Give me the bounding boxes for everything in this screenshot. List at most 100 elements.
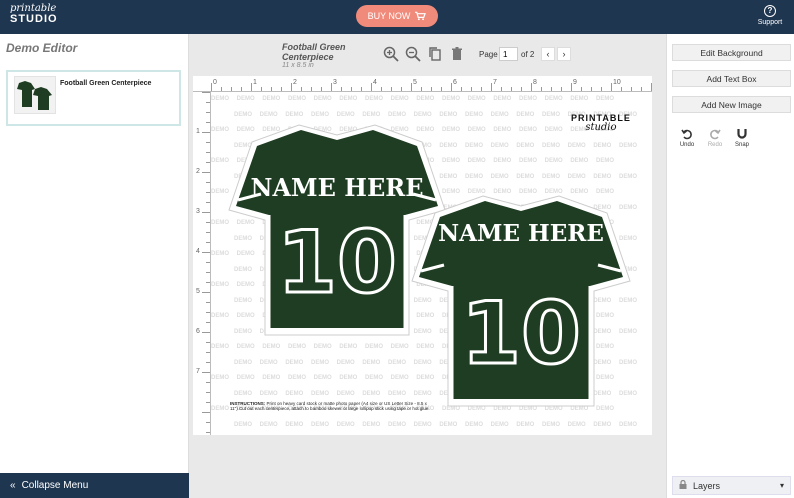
ruler-tick [261, 87, 262, 91]
ruler-tick [331, 83, 332, 91]
support-button[interactable]: ? Support [754, 5, 786, 26]
ruler-tick [202, 332, 210, 333]
lock-icon [679, 479, 687, 491]
ruler-tick [241, 87, 242, 91]
ruler-tick [206, 232, 210, 233]
ruler-tick [206, 152, 210, 153]
jersey-right[interactable]: NAME HERE 10 [409, 191, 633, 413]
ruler-tick [251, 83, 252, 91]
next-page-button[interactable]: › [557, 47, 571, 61]
ruler-tick [206, 352, 210, 353]
ruler-tick [206, 192, 210, 193]
design-canvas[interactable]: 0 1 2 3 4 5 6 7 8 9 10 1 2 3 4 5 6 7 DEMO DEMO DEMO DEMO… [193, 76, 652, 435]
ruler-tick-label: 5 [413, 79, 417, 86]
layers-toggle[interactable]: Layers ▾ [672, 476, 791, 495]
ruler-tick [401, 87, 402, 91]
ruler-tick [206, 322, 210, 323]
help-icon: ? [764, 5, 776, 17]
ruler-tick [281, 87, 282, 91]
ruler-tick [551, 87, 552, 91]
ruler-tick-label: 5 [196, 288, 200, 295]
brand-stamp[interactable]: PRINTABLE studio [571, 114, 631, 133]
ruler-tick [206, 122, 210, 123]
ruler-tick [206, 282, 210, 283]
ruler-tick [371, 83, 372, 91]
ruler-tick [441, 87, 442, 91]
ruler-tick-label: 2 [196, 168, 200, 175]
ruler-tick [206, 112, 210, 113]
ruler-tick [231, 87, 232, 91]
undo-button[interactable]: Undo [676, 128, 698, 148]
add-text-box-button[interactable]: Add Text Box [672, 70, 791, 87]
document-size: 11 x 8.5 in [282, 62, 314, 69]
snap-label: Snap [734, 142, 749, 148]
ruler-tick [651, 83, 652, 91]
support-label: Support [757, 19, 783, 26]
chevron-right-icon: › [562, 49, 566, 59]
snap-button[interactable]: Snap [731, 128, 753, 148]
ruler-tick [601, 87, 602, 91]
copy-icon[interactable] [427, 46, 443, 62]
ruler-tick [202, 412, 210, 413]
ruler-tick [202, 132, 210, 133]
ruler-tick [206, 312, 210, 313]
layers-label: Layers [693, 480, 721, 491]
page-label: Page [479, 50, 498, 59]
ruler-tick [481, 87, 482, 91]
jersey-name-text: NAME HERE [251, 173, 424, 202]
ruler-tick [206, 402, 210, 403]
ruler-tick-label: 3 [333, 79, 337, 86]
logo[interactable]: printable STUDIO [10, 4, 58, 25]
ruler-tick-label: 7 [196, 368, 200, 375]
double-chevron-left-icon: « [10, 480, 16, 491]
redo-button[interactable]: Redo [704, 128, 726, 148]
zoom-in-icon[interactable] [383, 46, 399, 62]
ruler-tick [531, 83, 532, 91]
document-title: Football Green Centerpiece [282, 42, 346, 62]
collapse-menu-button[interactable]: « Collapse Menu [0, 473, 189, 498]
ruler-tick [206, 382, 210, 383]
ruler-tick [621, 87, 622, 91]
ruler-tick [206, 242, 210, 243]
ruler-tick [206, 392, 210, 393]
buy-now-label: BUY NOW [367, 11, 411, 21]
project-name: Football Green Centerpiece [60, 80, 152, 87]
ruler-tick [421, 87, 422, 91]
zoom-out-icon[interactable] [405, 46, 421, 62]
panel-title: Demo Editor [6, 41, 78, 55]
project-card[interactable]: Football Green Centerpiece [6, 70, 181, 126]
horizontal-ruler: 0 1 2 3 4 5 6 7 8 9 10 [193, 76, 652, 92]
ruler-tick [511, 87, 512, 91]
add-new-image-button[interactable]: Add New Image [672, 96, 791, 113]
caret-down-icon: ▾ [779, 481, 784, 490]
ruler-tick [451, 83, 452, 91]
ruler-tick-label: 10 [613, 79, 621, 86]
ruler-tick [591, 87, 592, 91]
edit-background-button[interactable]: Edit Background [672, 44, 791, 61]
ruler-tick [202, 92, 210, 93]
ruler-tick [206, 162, 210, 163]
previous-page-button[interactable]: ‹ [541, 47, 555, 61]
ruler-tick [206, 102, 210, 103]
instructions-text[interactable]: INSTRUCTIONS: Print on heavy card stock … [230, 401, 430, 411]
undo-icon [676, 128, 698, 142]
ruler-tick [611, 83, 612, 91]
ruler-tick-label: 4 [196, 248, 200, 255]
canvas-page[interactable]: DEMO DEMO DEMO DEMO DEMO DEMO DEMO DEMO … [211, 92, 652, 435]
page-number-input[interactable] [499, 47, 518, 61]
left-panel: Demo Editor Football Green Centerpiece «… [0, 34, 189, 498]
ruler-tick [206, 432, 210, 433]
undo-label: Undo [679, 142, 695, 148]
ruler-tick [206, 362, 210, 363]
ruler-tick [311, 87, 312, 91]
ruler-tick [206, 182, 210, 183]
redo-icon [704, 128, 726, 142]
ruler-tick [471, 87, 472, 91]
trash-icon[interactable] [449, 46, 465, 62]
ruler-tick-label: 2 [293, 79, 297, 86]
ruler-tick [271, 87, 272, 91]
vertical-ruler: 1 2 3 4 5 6 7 [193, 92, 211, 435]
buy-now-button[interactable]: BUY NOW [356, 5, 438, 27]
ruler-tick-label: 4 [373, 79, 377, 86]
ruler-tick [206, 142, 210, 143]
